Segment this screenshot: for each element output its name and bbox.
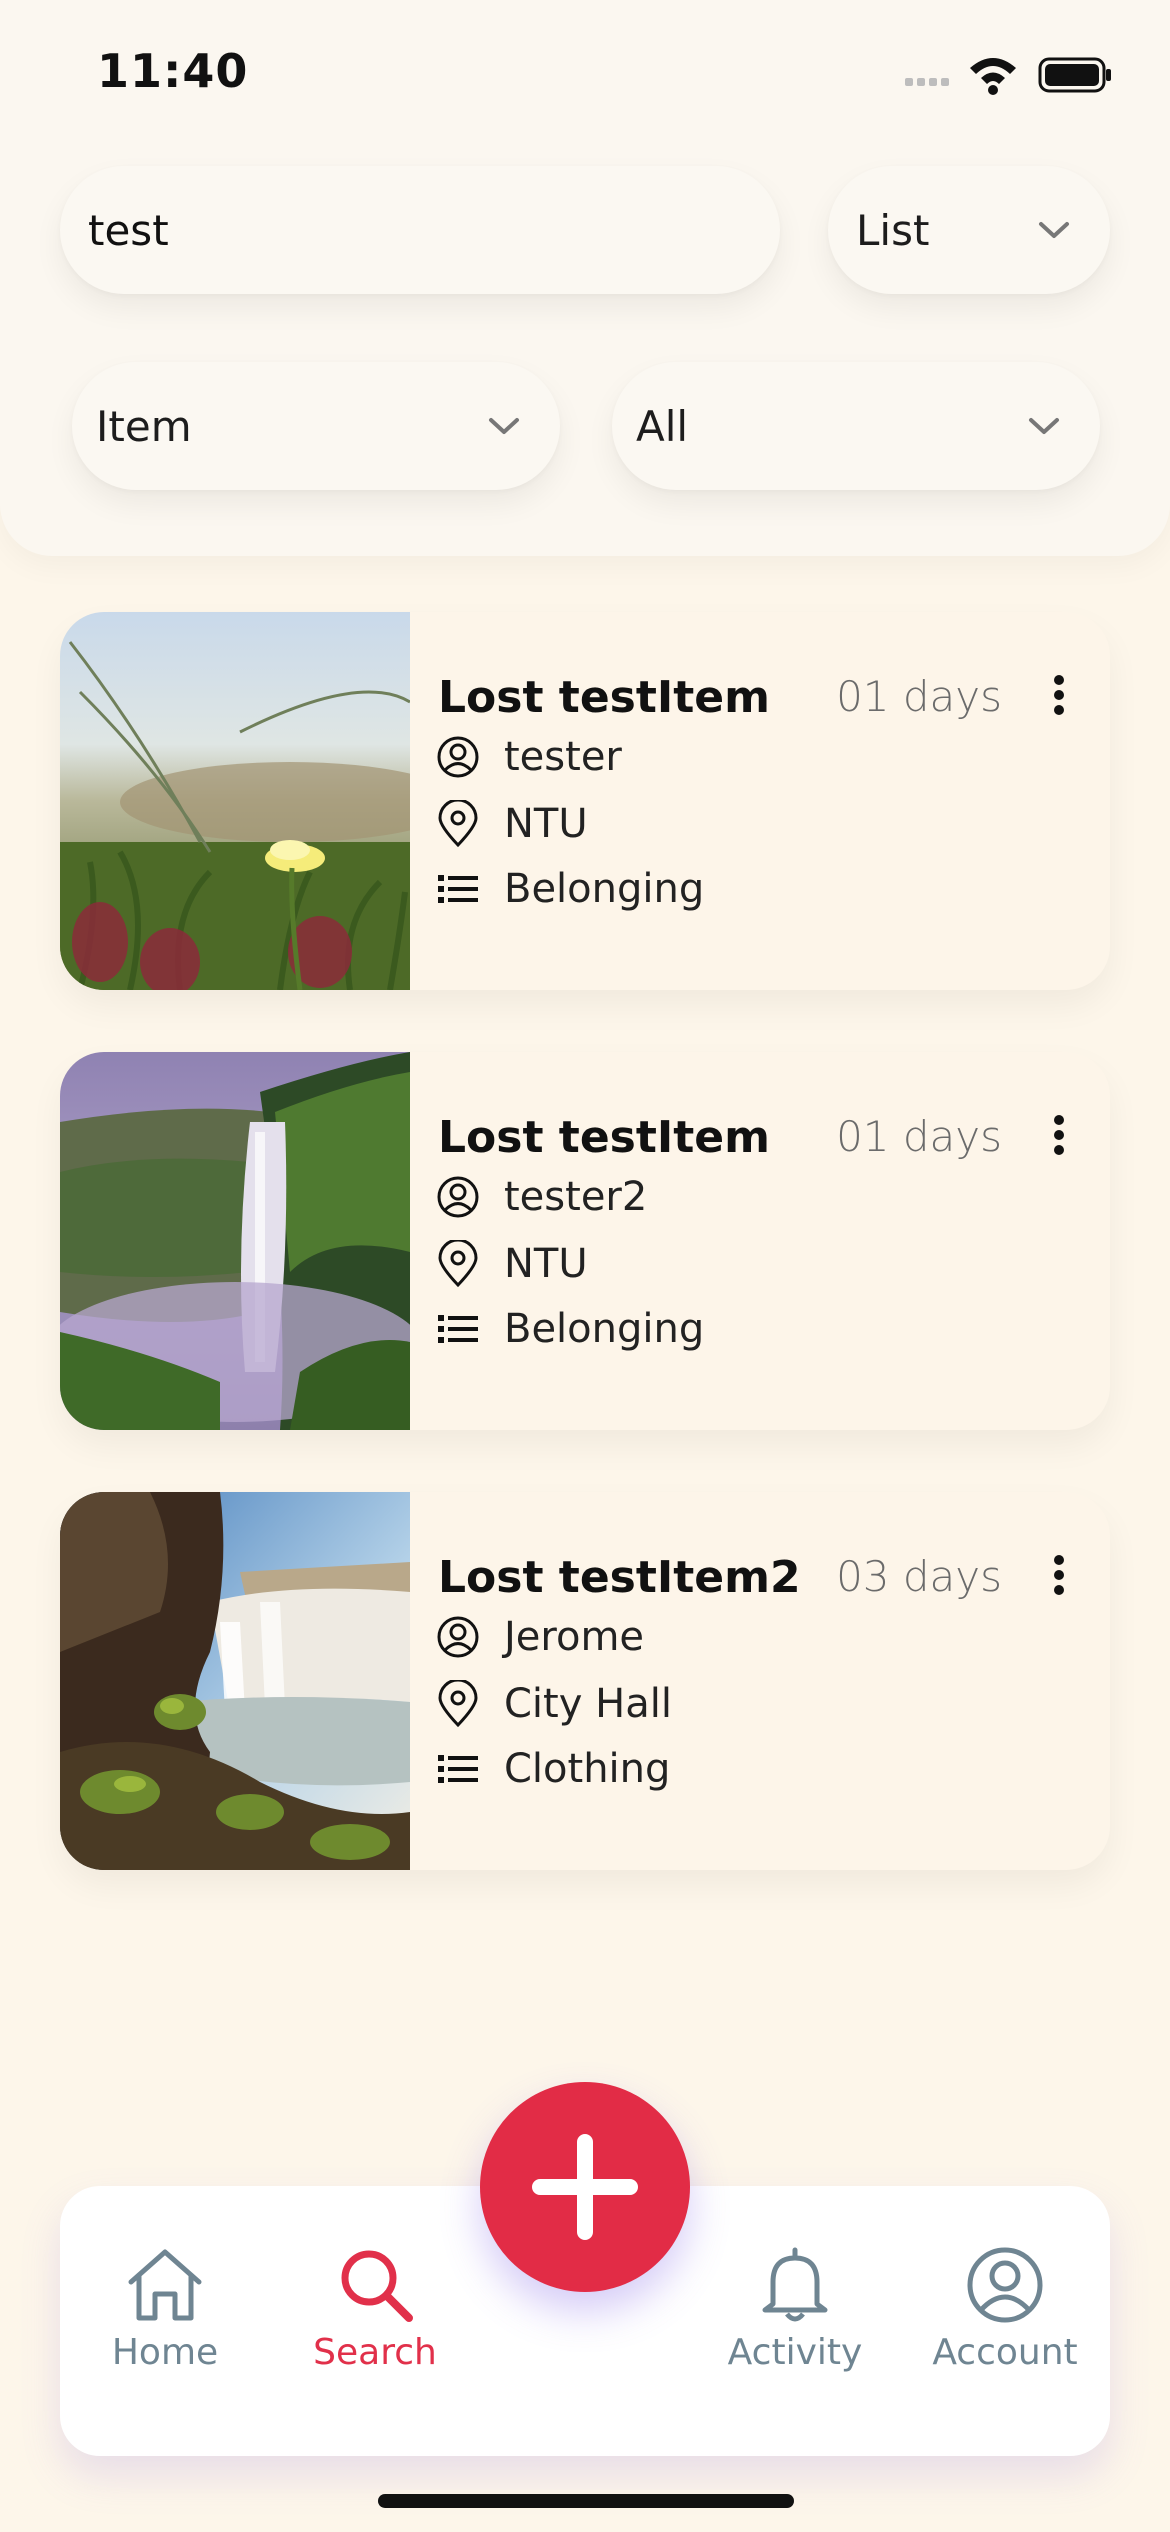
plus-icon: [532, 2134, 638, 2240]
card-category: Belonging: [436, 866, 704, 912]
card-category-name: Belonging: [504, 866, 705, 912]
card-age: 01 days: [836, 1112, 1002, 1161]
search-query: test: [88, 205, 169, 255]
nav-home[interactable]: Home: [70, 2246, 260, 2373]
nav-home-label: Home: [111, 2332, 219, 2373]
card-age: 01 days: [836, 672, 1002, 721]
list-icon: [438, 875, 478, 903]
card-location: NTU: [436, 800, 588, 848]
search-header: 11:40 test List Item All: [0, 0, 1170, 556]
card-location-name: City Hall: [504, 1681, 672, 1727]
card-user-name: Jerome: [504, 1614, 645, 1660]
waterfall-photo: [60, 1052, 410, 1430]
nav-activity-label: Activity: [727, 2332, 863, 2373]
card-user: Jerome: [436, 1614, 644, 1660]
status-time: 11:40: [97, 44, 249, 98]
more-vertical-icon[interactable]: [1052, 1554, 1066, 1596]
result-card[interactable]: Lost testItem 01 days tester2 NTU Belong…: [60, 1052, 1110, 1430]
card-title: Lost testItem2: [438, 1552, 801, 1603]
nav-activity[interactable]: Activity: [700, 2246, 890, 2373]
type-dropdown[interactable]: Item: [72, 362, 560, 490]
card-category-name: Belonging: [504, 1306, 705, 1352]
card-user-name: tester2: [504, 1174, 648, 1220]
card-location: NTU: [436, 1240, 588, 1288]
card-title: Lost testItem: [438, 672, 770, 723]
status-icons: [905, 57, 1111, 95]
card-user-name: tester: [504, 734, 622, 780]
location-pin-icon: [438, 1680, 478, 1728]
card-title: Lost testItem: [438, 1112, 770, 1163]
card-age: 03 days: [836, 1552, 1002, 1601]
waterfall-river-photo: [60, 1492, 410, 1870]
result-card[interactable]: Lost testItem 01 days tester NTU Belongi…: [60, 612, 1110, 990]
chevron-down-icon: [1029, 418, 1059, 434]
view-dropdown[interactable]: List: [828, 166, 1110, 294]
more-vertical-icon[interactable]: [1052, 1114, 1066, 1156]
more-vertical-icon[interactable]: [1052, 674, 1066, 716]
card-location-name: NTU: [504, 801, 588, 847]
account-icon: [967, 2247, 1043, 2323]
search-input[interactable]: test: [60, 166, 780, 294]
user-circle-icon: [437, 736, 479, 778]
card-category: Belonging: [436, 1306, 704, 1352]
nav-search-label: Search: [313, 2332, 437, 2373]
scope-dropdown[interactable]: All: [612, 362, 1100, 490]
home-indicator: [378, 2494, 794, 2508]
card-category: Clothing: [436, 1746, 670, 1792]
card-user: tester2: [436, 1174, 647, 1220]
scope-dropdown-value: All: [636, 401, 689, 451]
nav-account-label: Account: [932, 2332, 1078, 2373]
search-icon: [341, 2250, 413, 2322]
nav-account[interactable]: Account: [910, 2246, 1100, 2373]
card-location: City Hall: [436, 1680, 672, 1728]
user-circle-icon: [437, 1616, 479, 1658]
nav-search[interactable]: Search: [280, 2246, 470, 2373]
card-category-name: Clothing: [504, 1746, 671, 1792]
chevron-down-icon: [489, 418, 519, 434]
user-circle-icon: [437, 1176, 479, 1218]
list-icon: [438, 1315, 478, 1343]
list-icon: [438, 1755, 478, 1783]
flower-photo: [60, 612, 410, 990]
bell-icon: [762, 2247, 828, 2322]
add-item-button[interactable]: [480, 2082, 690, 2292]
card-user: tester: [436, 734, 622, 780]
home-icon: [128, 2249, 202, 2321]
type-dropdown-value: Item: [96, 401, 192, 451]
chevron-down-icon: [1039, 222, 1069, 238]
location-pin-icon: [438, 800, 478, 848]
card-location-name: NTU: [504, 1241, 588, 1287]
location-pin-icon: [438, 1240, 478, 1288]
view-dropdown-value: List: [856, 205, 930, 255]
result-card[interactable]: Lost testItem2 03 days Jerome City Hall …: [60, 1492, 1110, 1870]
